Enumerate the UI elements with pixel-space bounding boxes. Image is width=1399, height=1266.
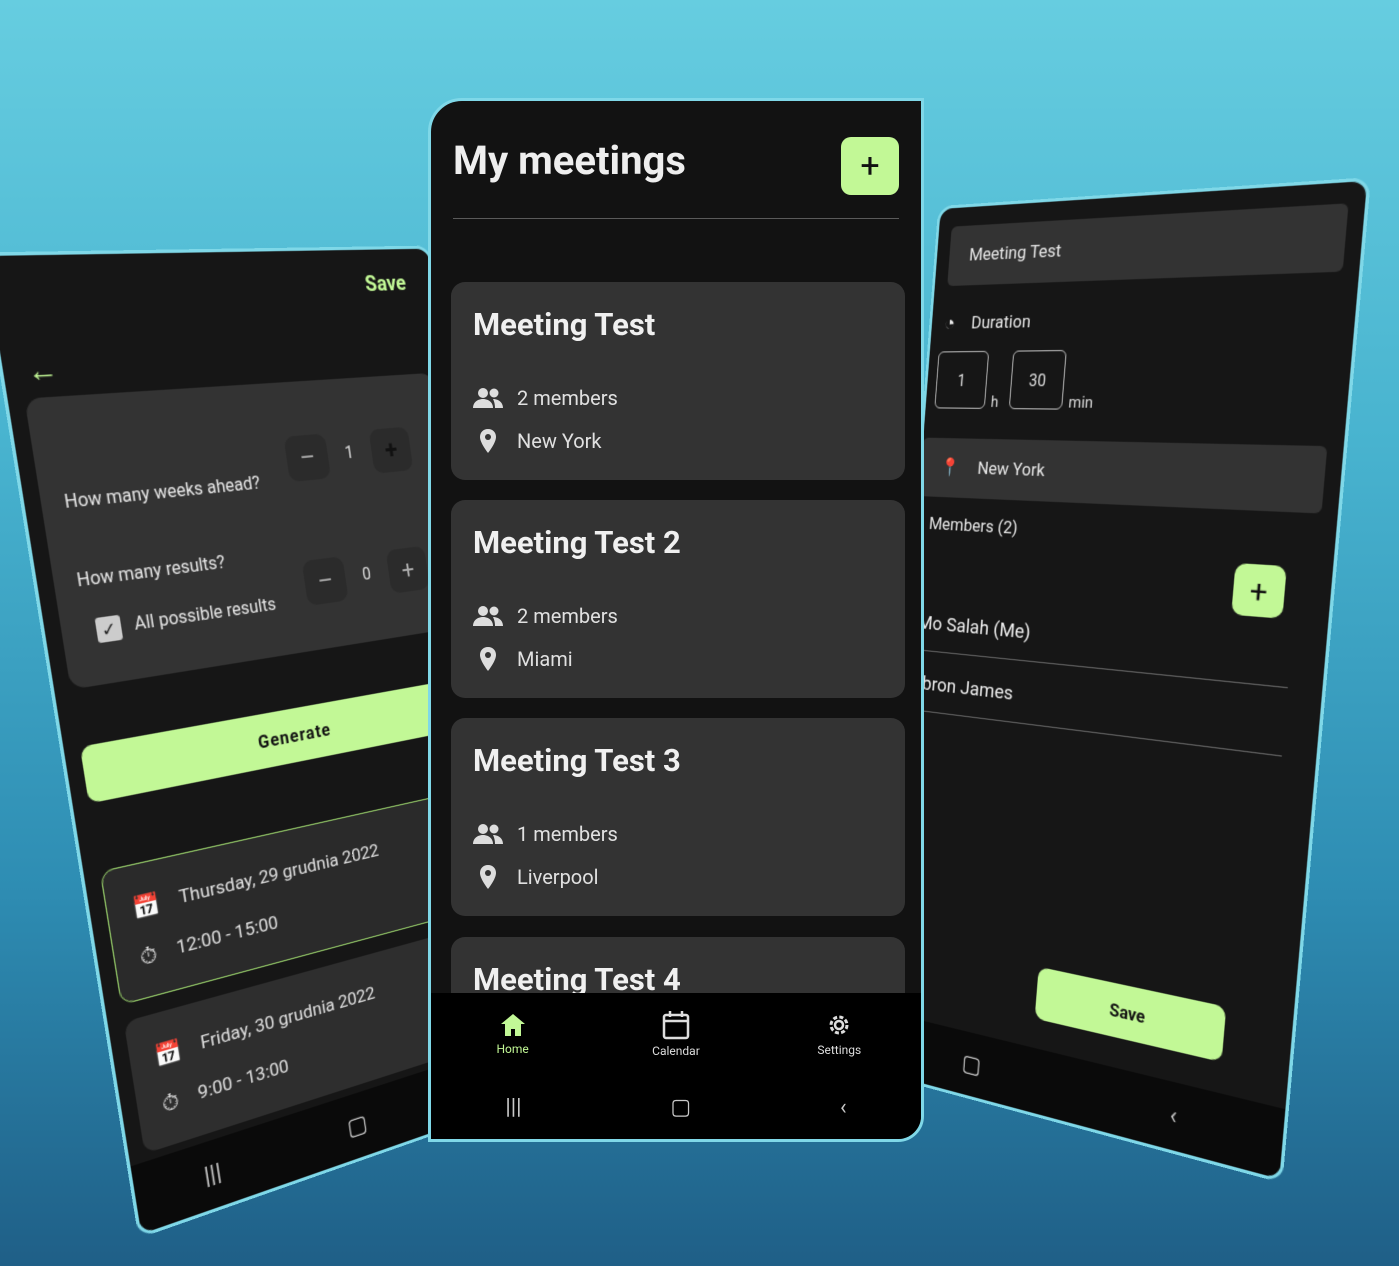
- add-member-button[interactable]: +: [1231, 562, 1287, 619]
- meeting-card[interactable]: Meeting Test 2 2 members Miami: [451, 500, 905, 698]
- page-title: My meetings: [453, 137, 686, 184]
- people-icon: [473, 824, 503, 844]
- results-label: How many results?: [75, 551, 227, 592]
- minutes-unit: min: [1067, 392, 1094, 413]
- generate-button[interactable]: Generate: [79, 675, 482, 804]
- meeting-title: Meeting Test 3: [473, 742, 681, 779]
- meeting-card[interactable]: Meeting Test 2 members New York: [451, 282, 905, 480]
- tab-calendar[interactable]: Calendar: [631, 1010, 721, 1058]
- header: My meetings +: [453, 119, 899, 219]
- members-label: Members (2): [928, 513, 1019, 540]
- location-pin-icon: [480, 865, 496, 889]
- results-minus-button[interactable]: –: [301, 556, 349, 607]
- members-count: 2 members: [517, 386, 618, 410]
- people-icon: [473, 388, 503, 408]
- hours-unit: h: [990, 392, 1000, 412]
- home-system-icon[interactable]: ▢: [346, 1110, 369, 1142]
- results-value: 0: [360, 563, 373, 585]
- right-phone-screen: Meeting Test ◔ Duration 1 h 30 min 📍 New…: [872, 177, 1372, 1184]
- location-input[interactable]: 📍 New York: [918, 437, 1328, 514]
- back-system-icon[interactable]: ‹: [1169, 1102, 1178, 1131]
- calendar-icon: 📅: [152, 1036, 184, 1070]
- calendar-icon: [662, 1011, 690, 1040]
- location-pin-icon: 📍: [939, 457, 961, 479]
- meeting-card[interactable]: Meeting Test 3 1 members Liverpool: [451, 718, 905, 916]
- timer-icon: ⏱: [160, 1086, 182, 1118]
- people-icon: [473, 606, 503, 626]
- location-pin-icon: [480, 647, 496, 671]
- duration-icon: ◔: [943, 310, 957, 336]
- back-system-icon[interactable]: ‹: [840, 1095, 847, 1120]
- home-icon: [500, 1014, 525, 1036]
- slot-time: 9:00 - 13:00: [196, 1055, 291, 1105]
- meeting-location: New York: [517, 429, 602, 453]
- home-system-icon[interactable]: ▢: [670, 1095, 691, 1120]
- system-nav-bar: ▢ ‹: [875, 1010, 1286, 1179]
- all-results-checkbox[interactable]: ✓: [94, 614, 124, 644]
- timer-icon: ⏱: [137, 940, 160, 971]
- weeks-value: 1: [343, 441, 355, 463]
- results-plus-button[interactable]: +: [385, 545, 430, 594]
- system-nav-bar: ||| ▢ ‹: [431, 1075, 921, 1139]
- meeting-location: Liverpool: [517, 865, 599, 889]
- duration-label: Duration: [970, 310, 1032, 334]
- meeting-location: Miami: [517, 647, 573, 671]
- minutes-input[interactable]: 30: [1008, 349, 1067, 410]
- all-results-label: All possible results: [132, 593, 278, 635]
- slot-time: 12:00 - 15:00: [174, 911, 280, 960]
- tab-home[interactable]: Home: [468, 1012, 558, 1056]
- add-meeting-button[interactable]: +: [841, 137, 899, 195]
- members-count: 2 members: [517, 604, 618, 628]
- recent-apps-icon[interactable]: |||: [505, 1095, 521, 1120]
- weeks-ahead-label: How many weeks ahead?: [62, 472, 262, 513]
- tab-label: Settings: [817, 1043, 862, 1057]
- slot-date: Thursday, 29 grudnia 2022: [177, 840, 380, 909]
- meeting-title: Meeting Test 2: [473, 524, 681, 561]
- gear-icon: [829, 1015, 849, 1035]
- center-phone-screen: My meetings + Meeting Test 2 members New…: [428, 98, 924, 1142]
- tab-label: Home: [496, 1042, 529, 1056]
- tab-settings[interactable]: Settings: [794, 1011, 884, 1057]
- save-button[interactable]: Save: [1034, 966, 1227, 1063]
- save-button[interactable]: Save: [363, 270, 407, 296]
- bottom-tab-bar: Home Calendar Settings: [431, 993, 921, 1075]
- weeks-minus-button[interactable]: –: [283, 433, 332, 483]
- weeks-plus-button[interactable]: +: [368, 426, 414, 474]
- back-arrow-icon[interactable]: ←: [24, 352, 61, 390]
- meeting-name-input[interactable]: Meeting Test: [947, 203, 1349, 287]
- location-pin-icon: [480, 429, 496, 453]
- calendar-icon: 📅: [130, 889, 162, 923]
- generator-settings-panel: How many weeks ahead? – 1 + How many res…: [24, 372, 468, 690]
- members-count: 1 members: [517, 822, 618, 846]
- slot-date: Friday, 30 grudnia 2022: [198, 982, 377, 1055]
- home-system-icon[interactable]: ▢: [961, 1050, 982, 1080]
- hours-input[interactable]: 1: [934, 350, 990, 409]
- recent-apps-icon[interactable]: |||: [202, 1158, 223, 1190]
- tab-label: Calendar: [652, 1044, 700, 1058]
- location-value: New York: [976, 458, 1046, 482]
- meeting-title: Meeting Test: [473, 306, 656, 343]
